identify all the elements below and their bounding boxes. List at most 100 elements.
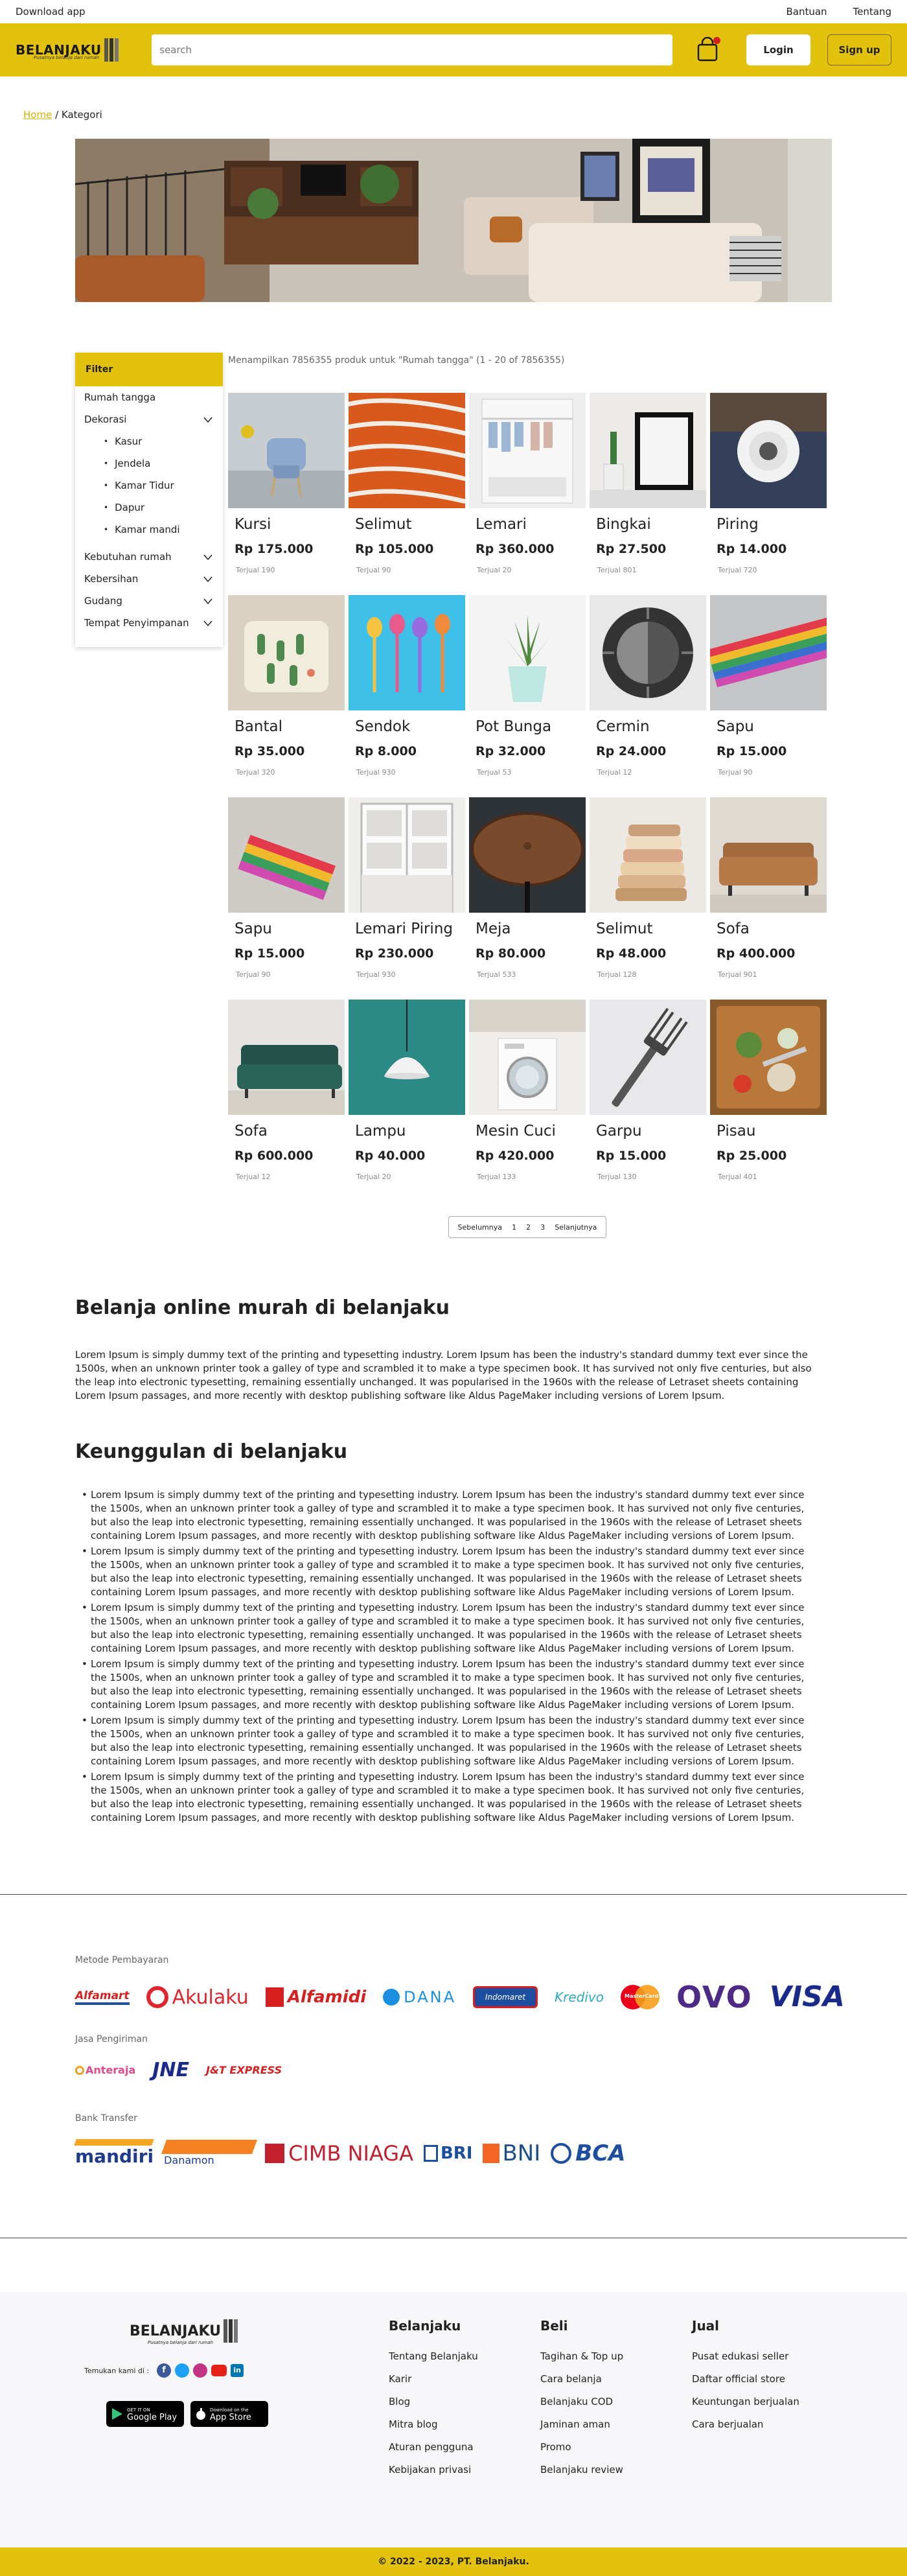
pagination-next[interactable]: Selanjutnya: [555, 1223, 597, 1232]
pagination-page[interactable]: 1: [512, 1223, 516, 1232]
product-sold: Terjual 533: [477, 970, 516, 979]
product-card[interactable]: Garpu Rp 15.000 Terjual 130: [590, 1000, 706, 1202]
footer-logo[interactable]: BELANJAKU Pusatnya belanja dari rumah: [130, 2319, 238, 2345]
filter-item-gudang[interactable]: Gudang: [75, 590, 223, 612]
product-card[interactable]: Kursi Rp 175.000 Terjual 190: [228, 393, 345, 595]
product-image: [710, 595, 827, 710]
hero-banner[interactable]: [75, 139, 832, 302]
product-card[interactable]: Sapu Rp 15.000 Terjual 90: [228, 797, 345, 1000]
footer-link[interactable]: Keuntungan berjualan: [692, 2396, 799, 2407]
filter-subitem-kamar-mandi[interactable]: Kamar mandi: [75, 519, 223, 541]
filter-subitem-kasur[interactable]: Kasur: [75, 430, 223, 452]
footer-link[interactable]: Kebijakan privasi: [389, 2464, 478, 2476]
footer-link[interactable]: Belanjaku COD: [540, 2396, 623, 2407]
product-card[interactable]: Bingkai Rp 27.500 Terjual 801: [590, 393, 706, 595]
footer-link[interactable]: Karir: [389, 2373, 478, 2385]
footer-link[interactable]: Tagihan & Top up: [540, 2350, 623, 2362]
chevron-down-icon: [203, 620, 212, 627]
pagination-page[interactable]: 2: [526, 1223, 531, 1232]
filter-item-label: Kebersihan: [84, 573, 139, 585]
help-link[interactable]: Bantuan: [786, 6, 827, 18]
filter-subitem-dapur[interactable]: Dapur: [75, 497, 223, 519]
download-app-link[interactable]: Download app: [16, 6, 86, 18]
product-name: Lemari Piring: [355, 920, 453, 937]
footer-link[interactable]: Promo: [540, 2441, 623, 2453]
bank-label: Bank Transfer: [75, 2113, 137, 2124]
living-room-image: [75, 139, 832, 302]
footer-link[interactable]: Tentang Belanjaku: [389, 2350, 478, 2362]
footer-logo-text: BELANJAKU: [130, 2323, 221, 2339]
header: BELANJAKU Pusatnya belanja dari rumah Lo…: [0, 23, 907, 76]
footer-col-beli: Beli Tagihan & Top up Cara belanja Belan…: [540, 2318, 623, 2487]
footer-link[interactable]: Pusat edukasi seller: [692, 2350, 799, 2362]
product-card[interactable]: Pot Bunga Rp 32.000 Terjual 53: [469, 595, 586, 797]
product-sold: Terjual 130: [597, 1173, 637, 1181]
about-title: Belanja online murah di belanjaku: [75, 1296, 450, 1319]
product-card[interactable]: Lemari Piring Rp 230.000 Terjual 930: [349, 797, 465, 1000]
filter-subitem-kamar-tidur[interactable]: Kamar Tidur: [75, 474, 223, 497]
filter-item-kebersihan[interactable]: Kebersihan: [75, 568, 223, 590]
product-price: Rp 8.000: [355, 744, 417, 758]
facebook-icon[interactable]: f: [157, 2363, 172, 2378]
product-card[interactable]: Meja Rp 80.000 Terjual 533: [469, 797, 586, 1000]
product-card[interactable]: Selimut Rp 48.000 Terjual 128: [590, 797, 706, 1000]
product-name: Meja: [476, 920, 511, 937]
filter-item-tempat-penyimpanan[interactable]: Tempat Penyimpanan: [75, 612, 223, 634]
product-sold: Terjual 20: [477, 566, 512, 574]
filter-item-kebutuhan-rumah[interactable]: Kebutuhan rumah: [75, 546, 223, 568]
product-sold: Terjual 901: [718, 970, 757, 979]
pagination-page[interactable]: 3: [540, 1223, 545, 1232]
product-card[interactable]: Sapu Rp 15.000 Terjual 90: [710, 595, 827, 797]
product-card[interactable]: Sofa Rp 400.000 Terjual 901: [710, 797, 827, 1000]
footer-link[interactable]: Belanjaku review: [540, 2464, 623, 2476]
advantage-item: Lorem Ipsum is simply dummy text of the …: [75, 1488, 820, 1543]
product-card[interactable]: Pisau Rp 25.000 Terjual 401: [710, 1000, 827, 1202]
product-card[interactable]: Sofa Rp 600.000 Terjual 12: [228, 1000, 345, 1202]
product-card[interactable]: Selimut Rp 105.000 Terjual 90: [349, 393, 465, 595]
twitter-icon[interactable]: [175, 2363, 190, 2378]
product-card[interactable]: Bantal Rp 35.000 Terjual 320: [228, 595, 345, 797]
mandiri-logo: mandiri: [74, 2139, 154, 2167]
footer-link[interactable]: Aturan pengguna: [389, 2441, 478, 2453]
cart-icon[interactable]: [696, 36, 721, 63]
bca-logo: BCA: [551, 2140, 625, 2166]
footer-link[interactable]: Mitra blog: [389, 2418, 478, 2430]
product-price: Rp 27.500: [596, 542, 667, 556]
about-link[interactable]: Tentang: [853, 6, 891, 18]
product-sold: Terjual 12: [597, 768, 632, 777]
login-button[interactable]: Login: [746, 34, 811, 65]
logo[interactable]: BELANJAKU Pusatnya belanja dari rumah: [16, 35, 128, 65]
linkedin-icon[interactable]: in: [231, 2364, 244, 2377]
filter-item-rumah-tangga[interactable]: Rumah tangga: [75, 386, 223, 408]
product-card[interactable]: Cermin Rp 24.000 Terjual 12: [590, 595, 706, 797]
breadcrumb-home[interactable]: Home: [23, 109, 52, 121]
product-card[interactable]: Lampu Rp 40.000 Terjual 20: [349, 1000, 465, 1202]
product-card[interactable]: Lemari Rp 360.000 Terjual 20: [469, 393, 586, 595]
footer-link[interactable]: Blog: [389, 2396, 478, 2407]
jnt-logo: J&T EXPRESS: [206, 2064, 282, 2076]
filter-subitem-jendela[interactable]: Jendela: [75, 452, 223, 474]
google-play-badge[interactable]: GET IT ON Google Play: [106, 2401, 184, 2427]
youtube-icon[interactable]: [211, 2365, 227, 2376]
search-input[interactable]: [159, 44, 665, 56]
product-price: Rp 14.000: [717, 542, 787, 556]
instagram-icon[interactable]: [193, 2363, 208, 2378]
signup-button[interactable]: Sign up: [827, 34, 891, 65]
footer-link[interactable]: Cara berjualan: [692, 2418, 799, 2430]
app-store-badge[interactable]: Download on the App Store: [190, 2401, 268, 2427]
footer-logo-tagline: Pusatnya belanja dari rumah: [148, 2340, 213, 2345]
apple-icon: [196, 2408, 205, 2420]
filter-title: Filter: [75, 353, 223, 386]
product-image: [469, 595, 586, 710]
footer-link[interactable]: Daftar official store: [692, 2373, 799, 2385]
product-card[interactable]: Piring Rp 14.000 Terjual 720: [710, 393, 827, 595]
search-box[interactable]: [152, 34, 673, 65]
product-card[interactable]: Sendok Rp 8.000 Terjual 930: [349, 595, 465, 797]
product-price: Rp 230.000: [355, 946, 434, 961]
footer-link[interactable]: Cara belanja: [540, 2373, 623, 2385]
pagination-prev[interactable]: Sebelumnya: [458, 1223, 502, 1232]
filter-item-dekorasi[interactable]: Dekorasi: [75, 408, 223, 430]
footer-link[interactable]: Jaminan aman: [540, 2418, 623, 2430]
cimb-niaga-logo: CIMB NIAGA: [265, 2141, 413, 2166]
product-card[interactable]: Mesin Cuci Rp 420.000 Terjual 133: [469, 1000, 586, 1202]
